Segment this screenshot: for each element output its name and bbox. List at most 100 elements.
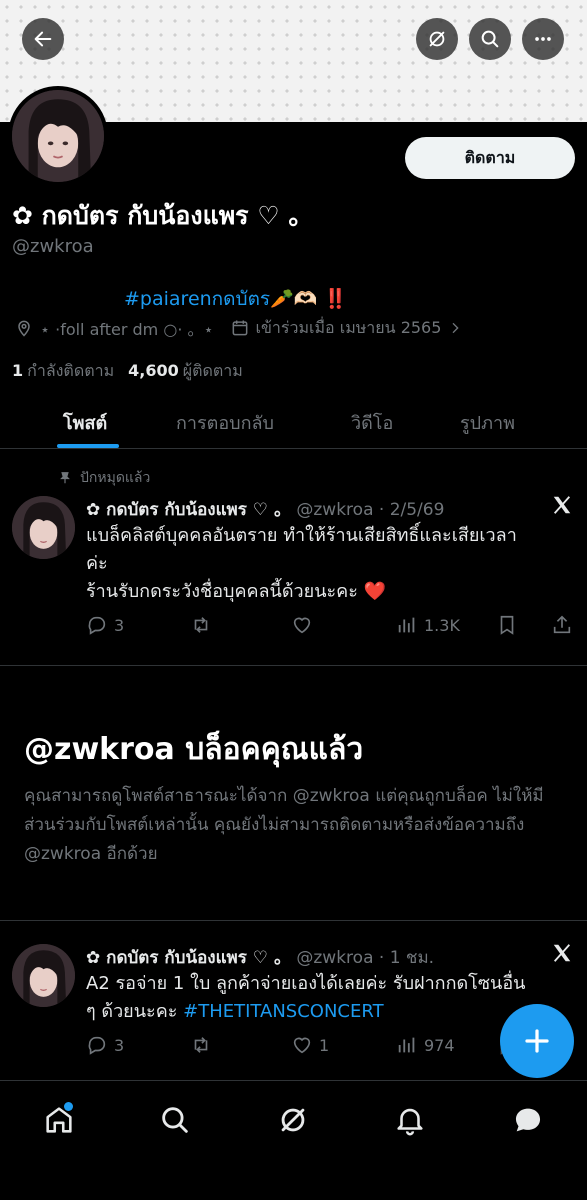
location-icon xyxy=(18,320,30,337)
tab-replies[interactable]: การตอบกลับ xyxy=(176,395,274,449)
x-logo-icon xyxy=(553,496,571,514)
tab-posts[interactable]: โพสต์ xyxy=(63,395,107,449)
search-icon xyxy=(481,30,499,48)
grok-icon xyxy=(281,1108,305,1132)
profile-bio: #paiarenกดบัตร🥕🫶🏻 ‼️ xyxy=(124,284,347,314)
share-icon xyxy=(553,615,571,634)
profile-avatar[interactable] xyxy=(8,86,108,186)
tab-photos[interactable]: รูปภาพ xyxy=(460,395,515,449)
following-link[interactable]: 1 กำลังติดตาม xyxy=(12,359,114,384)
reply-count: 3 xyxy=(114,615,125,635)
divider xyxy=(0,665,587,666)
bookmark-button[interactable] xyxy=(496,614,518,636)
plus-icon xyxy=(525,1029,549,1053)
heart-icon xyxy=(293,1037,311,1054)
bio-suffix: 🥕🫶🏻 ‼️ xyxy=(270,288,348,310)
avatar-photo xyxy=(12,496,75,559)
pin-icon xyxy=(60,472,70,484)
repost-icon xyxy=(194,1037,208,1053)
reply-button[interactable]: 3 xyxy=(86,1034,124,1056)
reply-button[interactable]: 3 xyxy=(86,614,124,636)
avatar-photo xyxy=(12,90,104,182)
post-line: A2 รอจ่าย 1 ใบ ลูกค้าจ่ายเองได้เลยค่ะ รั… xyxy=(86,973,526,994)
like-button[interactable] xyxy=(291,614,313,636)
more-button[interactable] xyxy=(522,18,564,60)
post-avatar[interactable] xyxy=(12,496,75,559)
post-line: ๆ ด้วยนะคะ #THETITANSCONCERT xyxy=(86,998,496,1026)
reply-icon xyxy=(88,616,106,635)
bookmark-icon xyxy=(500,615,514,635)
heart-icon xyxy=(293,617,311,634)
blocked-title: @zwkroa บล็อคคุณแล้ว xyxy=(24,732,364,767)
followers-link[interactable]: 4,600 ผู้ติดตาม xyxy=(128,359,243,384)
blocked-description: คุณสามารถดูโพสต์สาธารณะได้จาก @zwkroa แต… xyxy=(24,786,544,864)
chevron-right-icon[interactable] xyxy=(447,320,463,336)
nav-messages[interactable] xyxy=(511,1103,545,1137)
post-line: ร้านรับกดระวังชื่อบุคคลนี้ด้วยนะคะ ❤️ xyxy=(86,581,387,602)
views-button[interactable]: 974 xyxy=(396,1034,455,1056)
tab-videos[interactable]: วิดีโอ xyxy=(351,395,393,449)
avatar-photo xyxy=(12,944,75,1007)
post-meta: @zwkroa · 2/5/69 xyxy=(296,500,445,520)
following-count: 1 xyxy=(12,361,24,380)
profile-stats: 1 กำลังติดตาม 4,600 ผู้ติดตาม xyxy=(12,359,243,384)
divider xyxy=(0,920,587,921)
views-icon xyxy=(398,1037,415,1053)
tab-active-indicator xyxy=(57,444,119,448)
search-icon xyxy=(162,1107,188,1133)
views-button[interactable]: 1.3K xyxy=(396,614,460,636)
following-label: กำลังติดตาม xyxy=(27,361,115,380)
joined-text: เข้าร่วมเมื่อ เมษายน 2565 xyxy=(255,317,442,337)
pinned-indicator: ปักหมุดแล้ว xyxy=(58,467,150,489)
post-line-text: ๆ ด้วยนะคะ xyxy=(86,1001,184,1022)
post-author[interactable]: ✿ กดบัตร กับน้องแพร ♡ 。 xyxy=(86,500,291,520)
post-header: ✿ กดบัตร กับน้องแพร ♡ 。 @zwkroa · 1 ชม. xyxy=(86,943,434,971)
reply-count: 3 xyxy=(114,1035,125,1055)
reply-icon xyxy=(88,1036,106,1055)
post-line: แบล็คลิสต์บุคคลอันตราย ทำให้ร้านเสียสิทธ… xyxy=(86,525,517,546)
bell-icon xyxy=(397,1108,423,1136)
post-author[interactable]: ✿ กดบัตร กับน้องแพร ♡ 。 xyxy=(86,948,291,968)
profile-name: ✿ กดบัตร กับน้องแพร ♡ 。 xyxy=(12,201,314,230)
search-button[interactable] xyxy=(469,18,511,60)
profile-tabs: โพสต์ การตอบกลับ วิดีโอ รูปภาพ xyxy=(0,395,587,449)
post-text: แบล็คลิสต์บุคคลอันตราย ทำให้ร้านเสียสิทธ… xyxy=(86,522,578,606)
post-avatar[interactable] xyxy=(12,944,75,1007)
profile-handle: @zwkroa xyxy=(12,236,94,257)
follow-button[interactable]: ติดตาม xyxy=(405,137,575,179)
followers-label: ผู้ติดตาม xyxy=(182,361,243,380)
home-notification-dot xyxy=(64,1102,73,1111)
back-button[interactable] xyxy=(22,18,64,60)
like-button[interactable]: 1 xyxy=(291,1034,329,1056)
views-count: 1.3K xyxy=(424,615,460,635)
like-count: 1 xyxy=(319,1035,330,1055)
post-hashtag[interactable]: #THETITANSCONCERT xyxy=(183,1001,383,1022)
views-count: 974 xyxy=(424,1035,455,1055)
location-text: ⋆ ·foll after dm ○· 。⋆ xyxy=(40,320,214,339)
calendar-icon xyxy=(232,320,247,336)
nav-search[interactable] xyxy=(158,1103,192,1137)
views-icon xyxy=(398,617,415,633)
messages-icon xyxy=(515,1108,541,1132)
followers-count: 4,600 xyxy=(128,361,179,380)
repost-icon xyxy=(194,617,208,633)
x-logo-icon xyxy=(553,944,571,962)
bio-hashtag[interactable]: #paiarenกดบัตร xyxy=(124,288,270,310)
nav-grok[interactable] xyxy=(276,1103,310,1137)
post-header: ✿ กดบัตร กับน้องแพร ♡ 。 @zwkroa · 2/5/69 xyxy=(86,495,444,523)
grok-button[interactable] xyxy=(416,18,458,60)
repost-button[interactable] xyxy=(190,614,212,636)
repost-button[interactable] xyxy=(190,1034,212,1056)
arrow-left-icon xyxy=(34,31,52,47)
pinned-label: ปักหมุดแล้ว xyxy=(80,470,151,486)
post-actions: 3 1.3K xyxy=(86,614,578,642)
bottom-navigation xyxy=(0,1080,587,1200)
profile-meta: ⋆ ·foll after dm ○· 。⋆ เข้าร่วมเมื่อ เมษ… xyxy=(14,316,463,340)
post-line: ค่ะ xyxy=(86,553,108,574)
share-button[interactable] xyxy=(551,614,573,636)
more-icon xyxy=(535,37,551,41)
nav-notifications[interactable] xyxy=(393,1103,427,1137)
grok-icon xyxy=(429,31,445,47)
compose-button[interactable] xyxy=(500,1004,574,1078)
post-text: A2 รอจ่าย 1 ใบ ลูกค้าจ่ายเองได้เลยค่ะ รั… xyxy=(86,970,526,1026)
